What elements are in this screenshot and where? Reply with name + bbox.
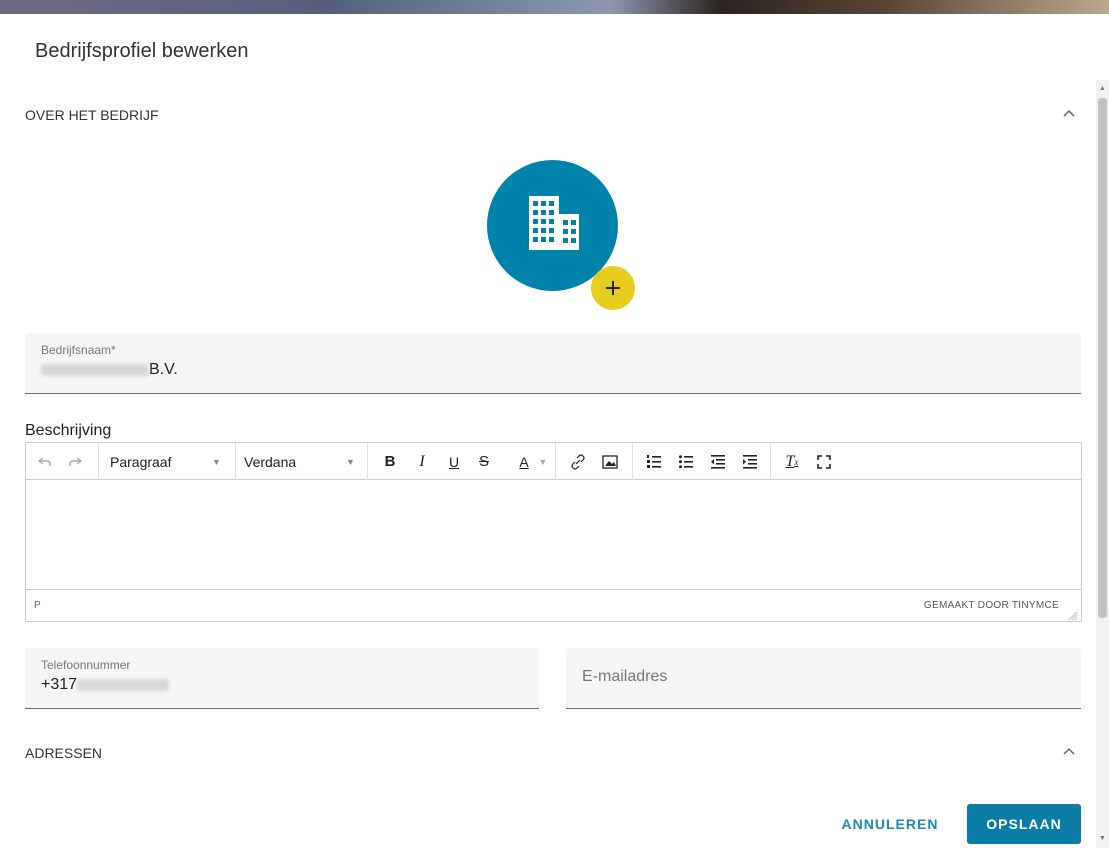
italic-icon[interactable]: I <box>410 443 434 480</box>
tinymce-branding[interactable]: GEMAAKT DOOR TINYMCE <box>924 600 1059 611</box>
phone-value[interactable]: +317 <box>41 676 170 694</box>
editor-content-area[interactable] <box>26 480 1081 590</box>
bold-icon[interactable]: B <box>378 443 402 480</box>
outdent-icon[interactable] <box>706 443 730 480</box>
company-name-value[interactable]: B.V. <box>41 361 178 379</box>
phone-field[interactable]: Telefoonnummer +317 <box>25 648 539 709</box>
email-field[interactable]: E-mailadres <box>566 648 1081 709</box>
block-format-select[interactable]: Paragraaf ▼ <box>110 443 236 480</box>
section-label-addresses: ADRESSEN <box>25 745 103 761</box>
section-header-about[interactable]: OVER HET BEDRIJF <box>25 100 1081 130</box>
description-label: Beschrijving <box>25 422 112 439</box>
text-color-icon[interactable]: A <box>512 443 536 480</box>
scrollbar[interactable]: ▲ ▼ <box>1096 80 1109 848</box>
chevron-up-icon[interactable] <box>1057 740 1081 764</box>
caret-down-icon: ▼ <box>212 456 221 467</box>
element-path[interactable]: P <box>34 600 41 611</box>
company-name-label: Bedrijfsnaam* <box>41 343 116 357</box>
background-image-strip <box>0 0 1109 14</box>
caret-down-icon[interactable]: ▼ <box>536 443 550 480</box>
font-family-select[interactable]: Verdana ▼ <box>244 443 370 480</box>
indent-icon[interactable] <box>738 443 762 480</box>
chevron-up-icon[interactable] <box>1057 102 1081 126</box>
underline-icon[interactable]: U <box>442 443 466 480</box>
block-format-value: Paragraaf <box>110 453 172 470</box>
caret-down-icon: ▼ <box>346 456 355 467</box>
numbered-list-icon[interactable] <box>642 443 666 480</box>
link-icon[interactable] <box>566 443 590 480</box>
plus-icon <box>606 281 620 295</box>
toolbar-separator <box>555 443 556 480</box>
company-name-suffix: B.V. <box>149 361 178 378</box>
redacted-text <box>41 363 149 376</box>
toolbar-separator <box>367 443 368 480</box>
toolbar-separator <box>632 443 633 480</box>
image-icon[interactable] <box>598 443 622 480</box>
email-placeholder: E-mailadres <box>582 668 668 685</box>
editor-statusbar: P GEMAAKT DOOR TINYMCE <box>26 589 1081 621</box>
section-label-about: OVER HET BEDRIJF <box>25 107 159 123</box>
building-icon <box>529 196 579 250</box>
rich-text-editor[interactable]: Paragraaf ▼ Verdana ▼ B I U S A ▼ T x P … <box>25 442 1082 622</box>
phone-label: Telefoonnummer <box>41 658 131 672</box>
editor-toolbar: Paragraaf ▼ Verdana ▼ B I U S A ▼ T x <box>26 443 1081 480</box>
toolbar-separator <box>770 443 771 480</box>
strikethrough-icon[interactable]: S <box>472 443 496 480</box>
redacted-text <box>77 678 170 691</box>
clear-formatting-icon[interactable]: Tx <box>780 443 804 480</box>
fullscreen-icon[interactable] <box>812 443 836 480</box>
font-family-value: Verdana <box>244 453 297 470</box>
company-name-field[interactable]: Bedrijfsnaam* B.V. <box>25 333 1081 394</box>
section-header-addresses[interactable]: ADRESSEN <box>25 738 1081 768</box>
dialog-title: Bedrijfsprofiel bewerken <box>35 40 249 62</box>
save-button[interactable]: OPSLAAN <box>967 804 1081 844</box>
toolbar-separator <box>235 443 236 480</box>
undo-icon[interactable] <box>32 443 58 480</box>
add-logo-button[interactable] <box>591 266 635 310</box>
scroll-up-icon[interactable]: ▲ <box>1096 82 1109 96</box>
bullet-list-icon[interactable] <box>674 443 698 480</box>
toolbar-separator <box>98 443 99 480</box>
company-logo-area <box>487 160 637 310</box>
resize-handle-icon[interactable] <box>1068 608 1078 621</box>
phone-prefix: +317 <box>41 676 78 693</box>
scroll-down-icon[interactable]: ▼ <box>1096 832 1109 846</box>
scrollbar-thumb[interactable] <box>1098 98 1107 618</box>
redo-icon[interactable] <box>62 443 88 480</box>
cancel-button[interactable]: ANNULEREN <box>830 804 950 844</box>
